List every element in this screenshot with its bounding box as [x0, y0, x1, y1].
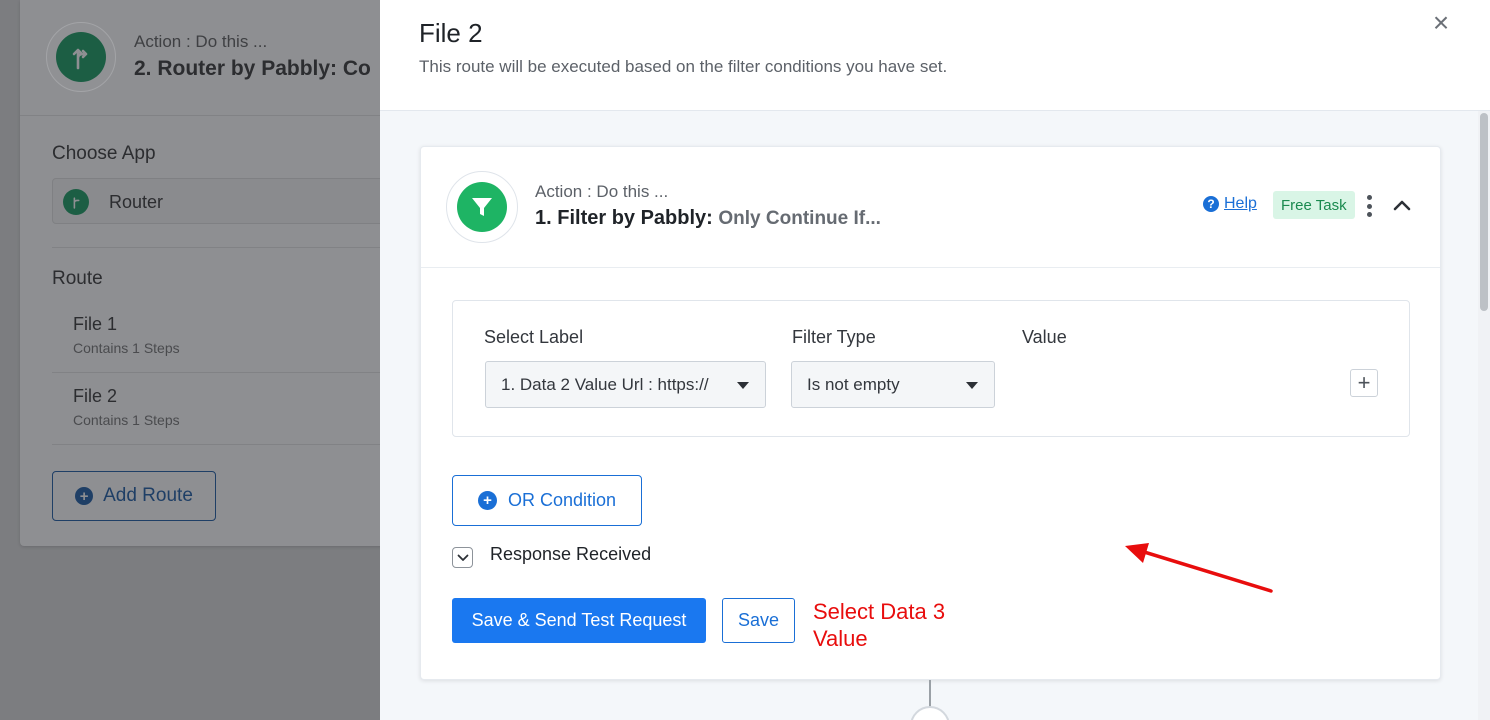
or-condition-button[interactable]: + OR Condition — [452, 475, 642, 526]
free-task-badge: Free Task — [1273, 191, 1355, 219]
save-button[interactable]: Save — [722, 598, 795, 643]
select-label-value: 1. Data 2 Value Url : https:// — [501, 374, 709, 394]
route-name: File 1 — [73, 314, 118, 334]
router-action-label: Action : Do this ... — [134, 32, 268, 51]
chevron-down-icon[interactable] — [452, 547, 473, 568]
route-steps: Contains 1 Steps — [73, 340, 180, 356]
or-condition-label: OR Condition — [507, 490, 617, 510]
filter-step-title: 1. Filter by Pabbly: Only Continue If... — [535, 207, 881, 230]
choose-app-label: Choose App — [52, 143, 156, 164]
add-condition-button[interactable]: + — [1350, 369, 1378, 397]
filter-action-label: Action : Do this ... — [535, 182, 669, 201]
drawer-header: File 2 This route will be executed based… — [380, 0, 1490, 111]
caret-down-icon — [737, 382, 749, 389]
filter-title-app: 1. Filter by Pabbly: — [535, 207, 713, 229]
funnel-icon — [457, 182, 507, 232]
add-step-node[interactable] — [910, 706, 950, 720]
filter-step-header[interactable]: Action : Do this ... 1. Filter by Pabbly… — [421, 147, 1440, 268]
select-label-heading: Select Label — [484, 327, 584, 347]
divider — [52, 444, 420, 445]
add-route-button[interactable]: + Add Route — [52, 471, 216, 521]
close-icon[interactable]: × — [1428, 9, 1454, 37]
save-send-test-button[interactable]: Save & Send Test Request — [452, 598, 706, 643]
annotation-line: Select Data 3 — [813, 599, 946, 624]
router-icon — [56, 32, 106, 82]
annotation-text: Select Data 3 Value — [813, 598, 1003, 652]
add-route-label: Add Route — [103, 485, 193, 506]
filter-title-event: Only Continue If... — [718, 208, 881, 229]
scrollbar-thumb[interactable] — [1480, 113, 1488, 311]
route-item-file-2[interactable]: File 2 Contains 1 Steps — [73, 386, 180, 428]
router-title: 2. Router by Pabbly: Co — [134, 57, 371, 80]
filter-logo — [446, 171, 518, 243]
filter-type-dropdown[interactable]: Is not empty — [791, 361, 995, 408]
filter-condition-box: Select Label Filter Type Value 1. Data 2… — [452, 300, 1410, 437]
divider — [52, 247, 420, 248]
choose-app-value: Router — [109, 192, 164, 212]
route-item-file-1[interactable]: File 1 Contains 1 Steps — [73, 314, 180, 356]
router-logo — [46, 22, 116, 92]
route-name: File 2 — [73, 386, 118, 406]
chevron-up-icon[interactable] — [1389, 193, 1415, 219]
select-label-dropdown[interactable]: 1. Data 2 Value Url : https:// — [485, 361, 766, 408]
annotation-arrow — [1125, 543, 1273, 593]
router-header: Action : Do this ... 2. Router by Pabbly… — [20, 0, 420, 116]
question-circle-icon: ? — [1203, 196, 1219, 212]
filter-step-card: Action : Do this ... 1. Filter by Pabbly… — [420, 146, 1441, 680]
plus-icon: + — [75, 487, 94, 505]
route-steps: Contains 1 Steps — [73, 412, 180, 428]
plus-icon: + — [1357, 370, 1371, 395]
choose-app-select[interactable]: Router — [52, 178, 412, 224]
divider — [52, 372, 420, 373]
drawer-subtitle: This route will be executed based on the… — [419, 57, 948, 76]
route-drawer: File 2 This route will be executed based… — [380, 0, 1490, 720]
value-heading: Value — [1022, 327, 1067, 347]
kebab-icon[interactable] — [1364, 195, 1374, 217]
help-link[interactable]: ? Help — [1203, 195, 1257, 213]
drawer-title: File 2 — [419, 18, 483, 48]
caret-down-icon — [966, 382, 978, 389]
router-icon — [63, 189, 89, 215]
filter-type-value: Is not empty — [807, 374, 900, 394]
help-label: Help — [1224, 195, 1257, 212]
plus-icon: + — [477, 491, 497, 510]
response-received-label: Response Received — [490, 544, 652, 564]
annotation-line: Value — [813, 626, 868, 651]
drawer-scrollbar[interactable] — [1478, 111, 1490, 720]
route-label: Route — [52, 268, 103, 289]
filter-type-heading: Filter Type — [792, 327, 876, 347]
background-router-panel: Action : Do this ... 2. Router by Pabbly… — [20, 0, 420, 546]
